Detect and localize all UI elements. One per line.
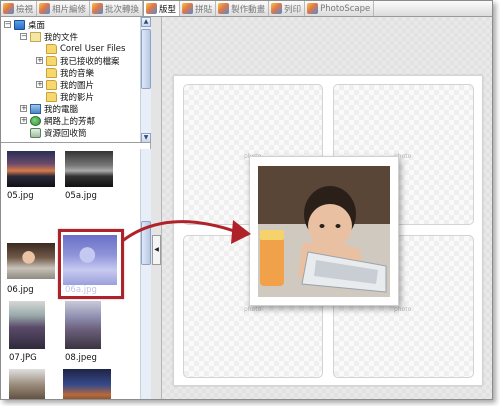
- collapse-icon[interactable]: −: [20, 33, 27, 40]
- thumbnail-label: 05.jpg: [7, 191, 34, 201]
- tab-combine[interactable]: 拼貼: [180, 1, 217, 16]
- viewer-icon: [3, 3, 14, 14]
- recycle-bin-icon: [30, 127, 41, 138]
- documents-folder-icon: [30, 31, 41, 42]
- pictures-folder-icon: [46, 79, 57, 90]
- thumbnail-label: 05a.jpg: [65, 191, 97, 201]
- baby-photo: [258, 166, 390, 297]
- page-icon: [146, 3, 158, 14]
- tree-scrollbar-thumb[interactable]: [141, 29, 151, 89]
- panel-splitter[interactable]: ◀: [151, 17, 162, 399]
- thumbnail-image: [7, 243, 55, 279]
- thumbnail-image: [7, 151, 55, 187]
- tab-editor[interactable]: 相片編修: [37, 1, 91, 16]
- computer-icon: [30, 103, 41, 114]
- tab-photoscape[interactable]: PhotoScape: [305, 1, 375, 16]
- tab-page[interactable]: 版型: [143, 1, 181, 16]
- collapse-icon[interactable]: −: [4, 21, 11, 28]
- expand-icon[interactable]: +: [36, 57, 43, 64]
- photoscape-window: 檢視 相片編修 批次轉換 版型 拼貼 製作動畫 列印 PhotoScape − …: [0, 0, 493, 400]
- folder-icon: [46, 55, 57, 66]
- expand-icon[interactable]: +: [20, 105, 27, 112]
- thumbnail-scrollbar[interactable]: [140, 149, 151, 399]
- tab-viewer[interactable]: 檢視: [1, 1, 38, 16]
- thumbnail-label: 06.jpg: [7, 285, 34, 295]
- animation-icon: [218, 3, 230, 14]
- tree-item-my-videos[interactable]: 我的影片: [36, 91, 94, 103]
- batch-icon: [92, 3, 104, 14]
- thumbnail-label: 07.JPG: [9, 353, 37, 363]
- combine-icon: [182, 3, 194, 14]
- videos-folder-icon: [46, 91, 57, 102]
- tab-bar: 檢視 相片編修 批次轉換 版型 拼貼 製作動畫 列印 PhotoScape: [1, 1, 492, 17]
- left-panel: − 桌面 − 我的文件 Corel User Files + 我已接收的檔案 我…: [1, 17, 151, 399]
- thumbnail-image: [63, 369, 111, 399]
- tab-batch[interactable]: 批次轉換: [90, 1, 144, 16]
- desktop-icon: [14, 19, 25, 30]
- thumbnail-image: [65, 151, 113, 187]
- tree-scrollbar[interactable]: ▲ ▼: [140, 17, 151, 142]
- tree-item-received-files[interactable]: + 我已接收的檔案: [36, 55, 120, 67]
- tab-animated-gif[interactable]: 製作動畫: [216, 1, 270, 16]
- thumbnail-image: [9, 301, 45, 349]
- thumbnail-label: 08.jpeg: [65, 353, 97, 363]
- dragged-photo[interactable]: [249, 156, 399, 306]
- tree-item-my-documents[interactable]: − 我的文件: [20, 31, 78, 43]
- slot-label: photo: [244, 306, 262, 313]
- editor-icon: [39, 3, 51, 14]
- music-folder-icon: [46, 67, 57, 78]
- tree-item-network[interactable]: + 網路上的芳鄰: [20, 115, 95, 127]
- network-icon: [30, 115, 41, 126]
- expand-icon[interactable]: +: [20, 117, 27, 124]
- folder-icon: [46, 43, 57, 54]
- tree-item-corel-user-files[interactable]: Corel User Files: [36, 43, 125, 54]
- drag-arrow-icon: [121, 220, 251, 244]
- tree-item-desktop[interactable]: − 桌面: [4, 19, 45, 31]
- scroll-down-icon[interactable]: ▼: [141, 133, 151, 142]
- slot-label: photo: [394, 306, 412, 313]
- baby-photo-illustration: [258, 166, 390, 297]
- tree-item-my-computer[interactable]: + 我的電腦: [20, 103, 78, 115]
- folder-tree: − 桌面 − 我的文件 Corel User Files + 我已接收的檔案 我…: [1, 17, 151, 143]
- print-icon: [271, 3, 283, 14]
- tree-item-recycle-bin[interactable]: 資源回收筒: [20, 127, 87, 139]
- thumbnail-image: [9, 369, 45, 399]
- expand-icon[interactable]: +: [36, 81, 43, 88]
- tree-item-my-pictures[interactable]: + 我的圖片: [36, 79, 94, 91]
- selection-highlight: [58, 229, 124, 299]
- thumbnail-image: [65, 301, 101, 349]
- scroll-up-icon[interactable]: ▲: [141, 17, 151, 27]
- photoscape-icon: [307, 3, 319, 14]
- tree-item-my-music[interactable]: 我的音樂: [36, 67, 94, 79]
- tab-print[interactable]: 列印: [269, 1, 306, 16]
